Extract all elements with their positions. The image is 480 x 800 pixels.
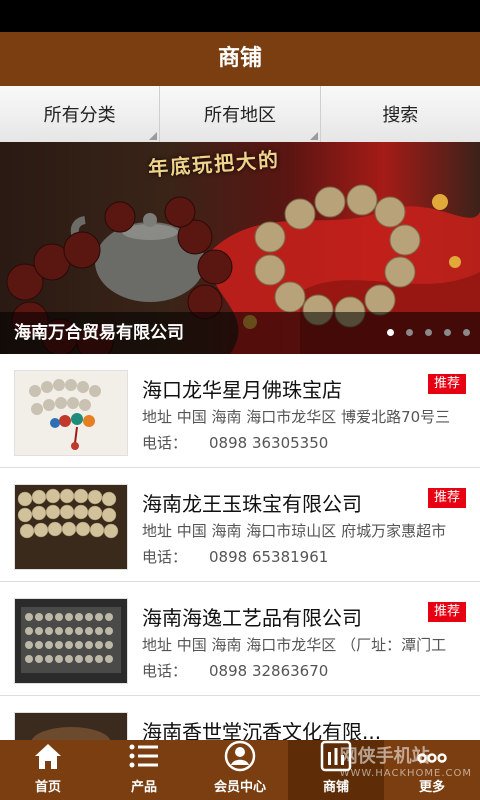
shop-list: 海口龙华星月佛珠宝店 推荐 地址 中国 海南 海口市龙华区 博爱北路70号三 电… [0, 354, 480, 740]
shop-address: 地址 中国 海南 海口市龙华区 博爱北路70号三 [142, 408, 451, 426]
category-filter-label: 所有分类 [43, 105, 116, 126]
shop-thumbnail [14, 598, 128, 684]
nav-home-label: 首页 [34, 780, 61, 795]
nav-products-label: 产品 [130, 780, 157, 795]
nav-member[interactable]: 会员中心 [192, 740, 288, 800]
region-filter-label: 所有地区 [203, 105, 276, 126]
search-label: 搜索 [382, 105, 419, 126]
shop-thumbnail [14, 370, 128, 456]
shop-phone[interactable]: 0898 65381961 [209, 548, 328, 566]
shop-name: 海南海逸工艺品有限公司 [142, 606, 362, 630]
region-filter-button[interactable]: 所有地区 [160, 86, 321, 142]
shop-phone[interactable]: 0898 36305350 [209, 434, 328, 452]
shop-list-item[interactable]: 海南海逸工艺品有限公司 推荐 地址 中国 海南 海口市龙华区 （厂址：潭门工 电… [0, 582, 480, 696]
shop-list-item[interactable]: 海南龙王玉珠宝有限公司 推荐 地址 中国 海南 海口市琼山区 府城万家惠超市 电… [0, 468, 480, 582]
phone-label: 电话： [142, 548, 188, 566]
search-button[interactable]: 搜索 [321, 86, 480, 142]
shop-phone-row: 电话： 0898 65381961 [142, 546, 328, 567]
shop-address: 地址 中国 海南 海口市琼山区 府城万家惠超市 [142, 522, 447, 540]
carousel-dot [387, 329, 394, 336]
more-icon [417, 753, 447, 763]
shop-address: 地址 中国 海南 海口市龙华区 （厂址：潭门工 [142, 636, 447, 654]
shop-name: 海南龙王玉珠宝有限公司 [142, 492, 362, 516]
nav-more[interactable]: 更多 [384, 740, 480, 800]
carousel-dot [444, 329, 451, 336]
recommend-badge: 推荐 [427, 602, 466, 622]
filter-bar: 所有分类 所有地区 搜索 [0, 86, 480, 143]
shop-phone[interactable]: 0898 32863670 [209, 662, 328, 680]
nav-products[interactable]: 产品 [96, 740, 192, 800]
carousel-dot [463, 329, 470, 336]
dropdown-corner-icon [309, 132, 318, 140]
shop-phone-row: 电话： 0898 36305350 [142, 432, 328, 453]
shop-thumbnail [14, 484, 128, 570]
recommend-badge: 推荐 [427, 488, 466, 508]
recommend-badge: 推荐 [427, 374, 466, 394]
phone-label: 电话： [142, 434, 188, 452]
carousel-dot [425, 329, 432, 336]
carousel-indicator [387, 329, 470, 336]
promo-banner[interactable]: 年底玩把大的 海南万合贸易有限公司 [0, 142, 480, 354]
nav-shops-label: 商铺 [322, 780, 349, 795]
nav-shops[interactable]: 商铺 [288, 740, 384, 800]
shop-list-item[interactable]: 海南香世堂沉香文化有限... [0, 696, 480, 740]
nav-member-label: 会员中心 [213, 780, 266, 795]
nav-more-label: 更多 [418, 780, 445, 795]
carousel-dot [406, 329, 413, 336]
user-icon [224, 740, 256, 772]
shop-name: 海口龙华星月佛珠宝店 [142, 378, 342, 402]
shop-phone-row: 电话： 0898 32863670 [142, 660, 328, 681]
bottom-nav: 首页 产品 会员中心 商铺 更多 [0, 740, 480, 800]
status-bar [0, 0, 480, 32]
list-icon [129, 744, 158, 768]
nav-home[interactable]: 首页 [0, 740, 96, 800]
page-title: 商铺 [0, 32, 480, 86]
shop-name: 海南香世堂沉香文化有限... [142, 720, 382, 740]
dropdown-corner-icon [149, 132, 158, 140]
category-filter-button[interactable]: 所有分类 [0, 86, 161, 142]
chart-icon [320, 740, 352, 772]
shop-thumbnail [14, 712, 128, 740]
phone-label: 电话： [142, 662, 188, 680]
home-icon [35, 744, 61, 769]
shop-list-item[interactable]: 海口龙华星月佛珠宝店 推荐 地址 中国 海南 海口市龙华区 博爱北路70号三 电… [0, 354, 480, 468]
